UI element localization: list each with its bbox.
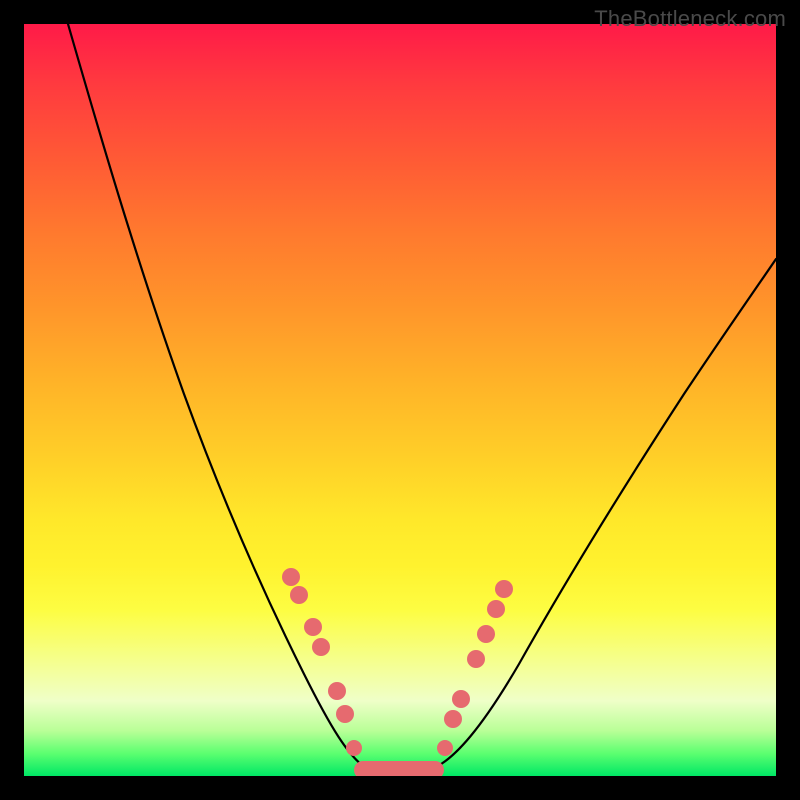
marker-dot xyxy=(477,625,495,643)
marker-dot xyxy=(312,638,330,656)
curve-layer xyxy=(24,24,776,776)
plot-area xyxy=(24,24,776,776)
marker-dot xyxy=(290,586,308,604)
marker-dot xyxy=(495,580,513,598)
bottleneck-curve xyxy=(68,24,776,770)
marker-dot xyxy=(437,740,453,756)
watermark-text: TheBottleneck.com xyxy=(594,6,786,32)
marker-dot xyxy=(282,568,300,586)
marker-dot xyxy=(304,618,322,636)
marker-dot xyxy=(467,650,485,668)
marker-dot xyxy=(346,740,362,756)
marker-dot xyxy=(444,710,462,728)
trough-pill xyxy=(354,761,444,776)
marker-dot xyxy=(487,600,505,618)
chart-stage: TheBottleneck.com xyxy=(0,0,800,800)
marker-dot xyxy=(452,690,470,708)
marker-dot xyxy=(336,705,354,723)
marker-dot xyxy=(328,682,346,700)
